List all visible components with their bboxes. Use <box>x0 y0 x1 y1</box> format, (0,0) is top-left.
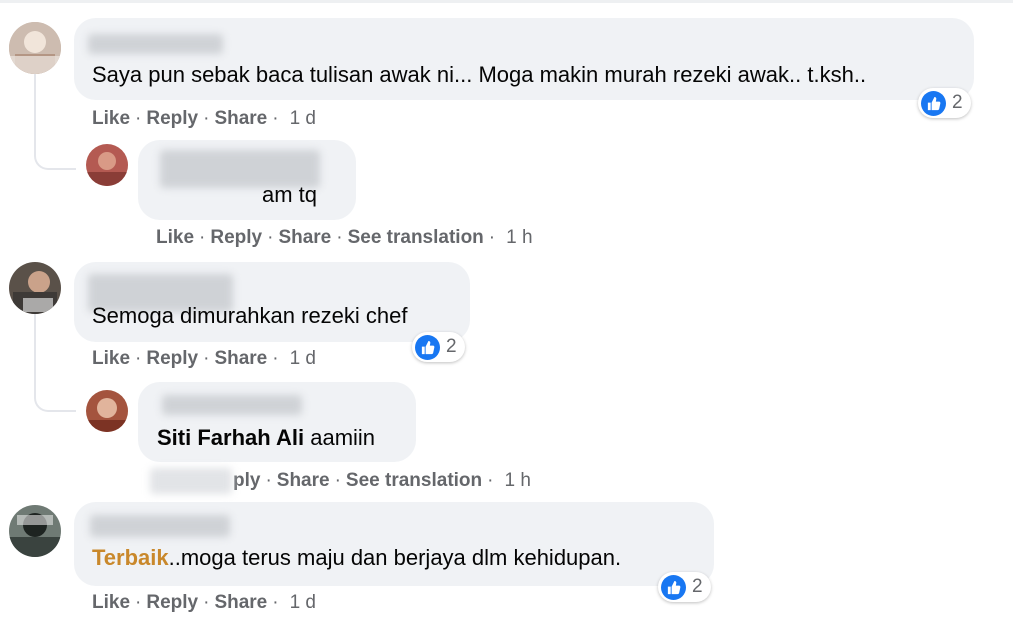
reaction-count[interactable]: 2 <box>658 572 711 602</box>
commenter-name-blurred[interactable] <box>162 395 302 415</box>
like-button[interactable]: Like <box>156 227 194 248</box>
see-translation-link[interactable]: See translation <box>346 470 482 491</box>
avatar[interactable] <box>86 144 128 186</box>
avatar-image <box>86 144 128 186</box>
comment-actions: Like · Reply · Share · 1 d <box>92 108 316 129</box>
like-button[interactable]: Like <box>92 348 130 369</box>
comment-actions: ply · Share · See translation · 1 h <box>233 470 531 491</box>
timestamp[interactable]: 1 d <box>284 592 316 613</box>
top-divider <box>0 0 1013 3</box>
like-button[interactable]: Like <box>92 108 130 129</box>
reaction-count[interactable]: 2 <box>918 88 971 118</box>
reply-text: aamiin <box>310 425 376 450</box>
tagged-word[interactable]: Terbaik <box>92 545 169 570</box>
see-translation-link[interactable]: See translation <box>348 227 484 248</box>
like-icon <box>921 90 946 116</box>
tagged-name[interactable]: Siti Farhah Ali <box>157 425 304 450</box>
thread-line <box>34 70 76 170</box>
comment-actions: Like · Reply · Share · 1 d <box>92 592 316 613</box>
avatar[interactable] <box>86 390 128 432</box>
comment-text: Terbaik..moga terus maju dan berjaya dlm… <box>92 545 621 571</box>
avatar-image <box>9 22 61 74</box>
avatar-image <box>9 262 61 314</box>
reply-button[interactable]: Reply <box>146 348 198 369</box>
like-button-blurred[interactable] <box>150 468 232 494</box>
commenter-name-blurred[interactable] <box>88 34 223 54</box>
share-button[interactable]: Share <box>277 470 330 491</box>
reply-button[interactable]: ply <box>233 470 260 491</box>
reaction-number: 2 <box>446 336 457 357</box>
share-button[interactable]: Share <box>278 227 331 248</box>
avatar[interactable] <box>9 505 61 557</box>
like-icon <box>661 574 686 600</box>
share-button[interactable]: Share <box>214 592 267 613</box>
thread-line <box>34 310 76 412</box>
avatar-image <box>9 505 61 557</box>
share-button[interactable]: Share <box>214 108 267 129</box>
timestamp[interactable]: 1 h <box>500 227 532 248</box>
like-button[interactable]: Like <box>92 592 130 613</box>
avatar[interactable] <box>9 22 61 74</box>
reply-button[interactable]: Reply <box>146 108 198 129</box>
commenter-name-blurred[interactable] <box>90 515 230 537</box>
comment-body: ..moga terus maju dan berjaya dlm kehidu… <box>168 545 622 570</box>
reply-button[interactable]: Reply <box>146 592 198 613</box>
reply-button[interactable]: Reply <box>210 227 262 248</box>
timestamp[interactable]: 1 d <box>284 108 316 129</box>
share-button[interactable]: Share <box>214 348 267 369</box>
timestamp[interactable]: 1 h <box>498 470 530 491</box>
comment-text: Semoga dimurahkan rezeki chef <box>92 303 408 328</box>
reaction-count[interactable]: 2 <box>412 332 465 362</box>
avatar-image <box>86 390 128 432</box>
like-icon <box>415 334 440 360</box>
comment-text-partial: am tq <box>262 182 318 207</box>
comment-text: Saya pun sebak baca tulisan awak ni... M… <box>92 62 867 87</box>
comment-actions: Like · Reply · Share · 1 d <box>92 348 316 369</box>
avatar[interactable] <box>9 262 61 314</box>
comment-actions: Like · Reply · Share · See translation · 1 h <box>156 227 533 248</box>
comment-text: Siti Farhah Ali aamiin <box>157 425 375 451</box>
reaction-number: 2 <box>692 576 703 597</box>
timestamp[interactable]: 1 d <box>284 348 316 369</box>
reaction-number: 2 <box>952 92 963 113</box>
